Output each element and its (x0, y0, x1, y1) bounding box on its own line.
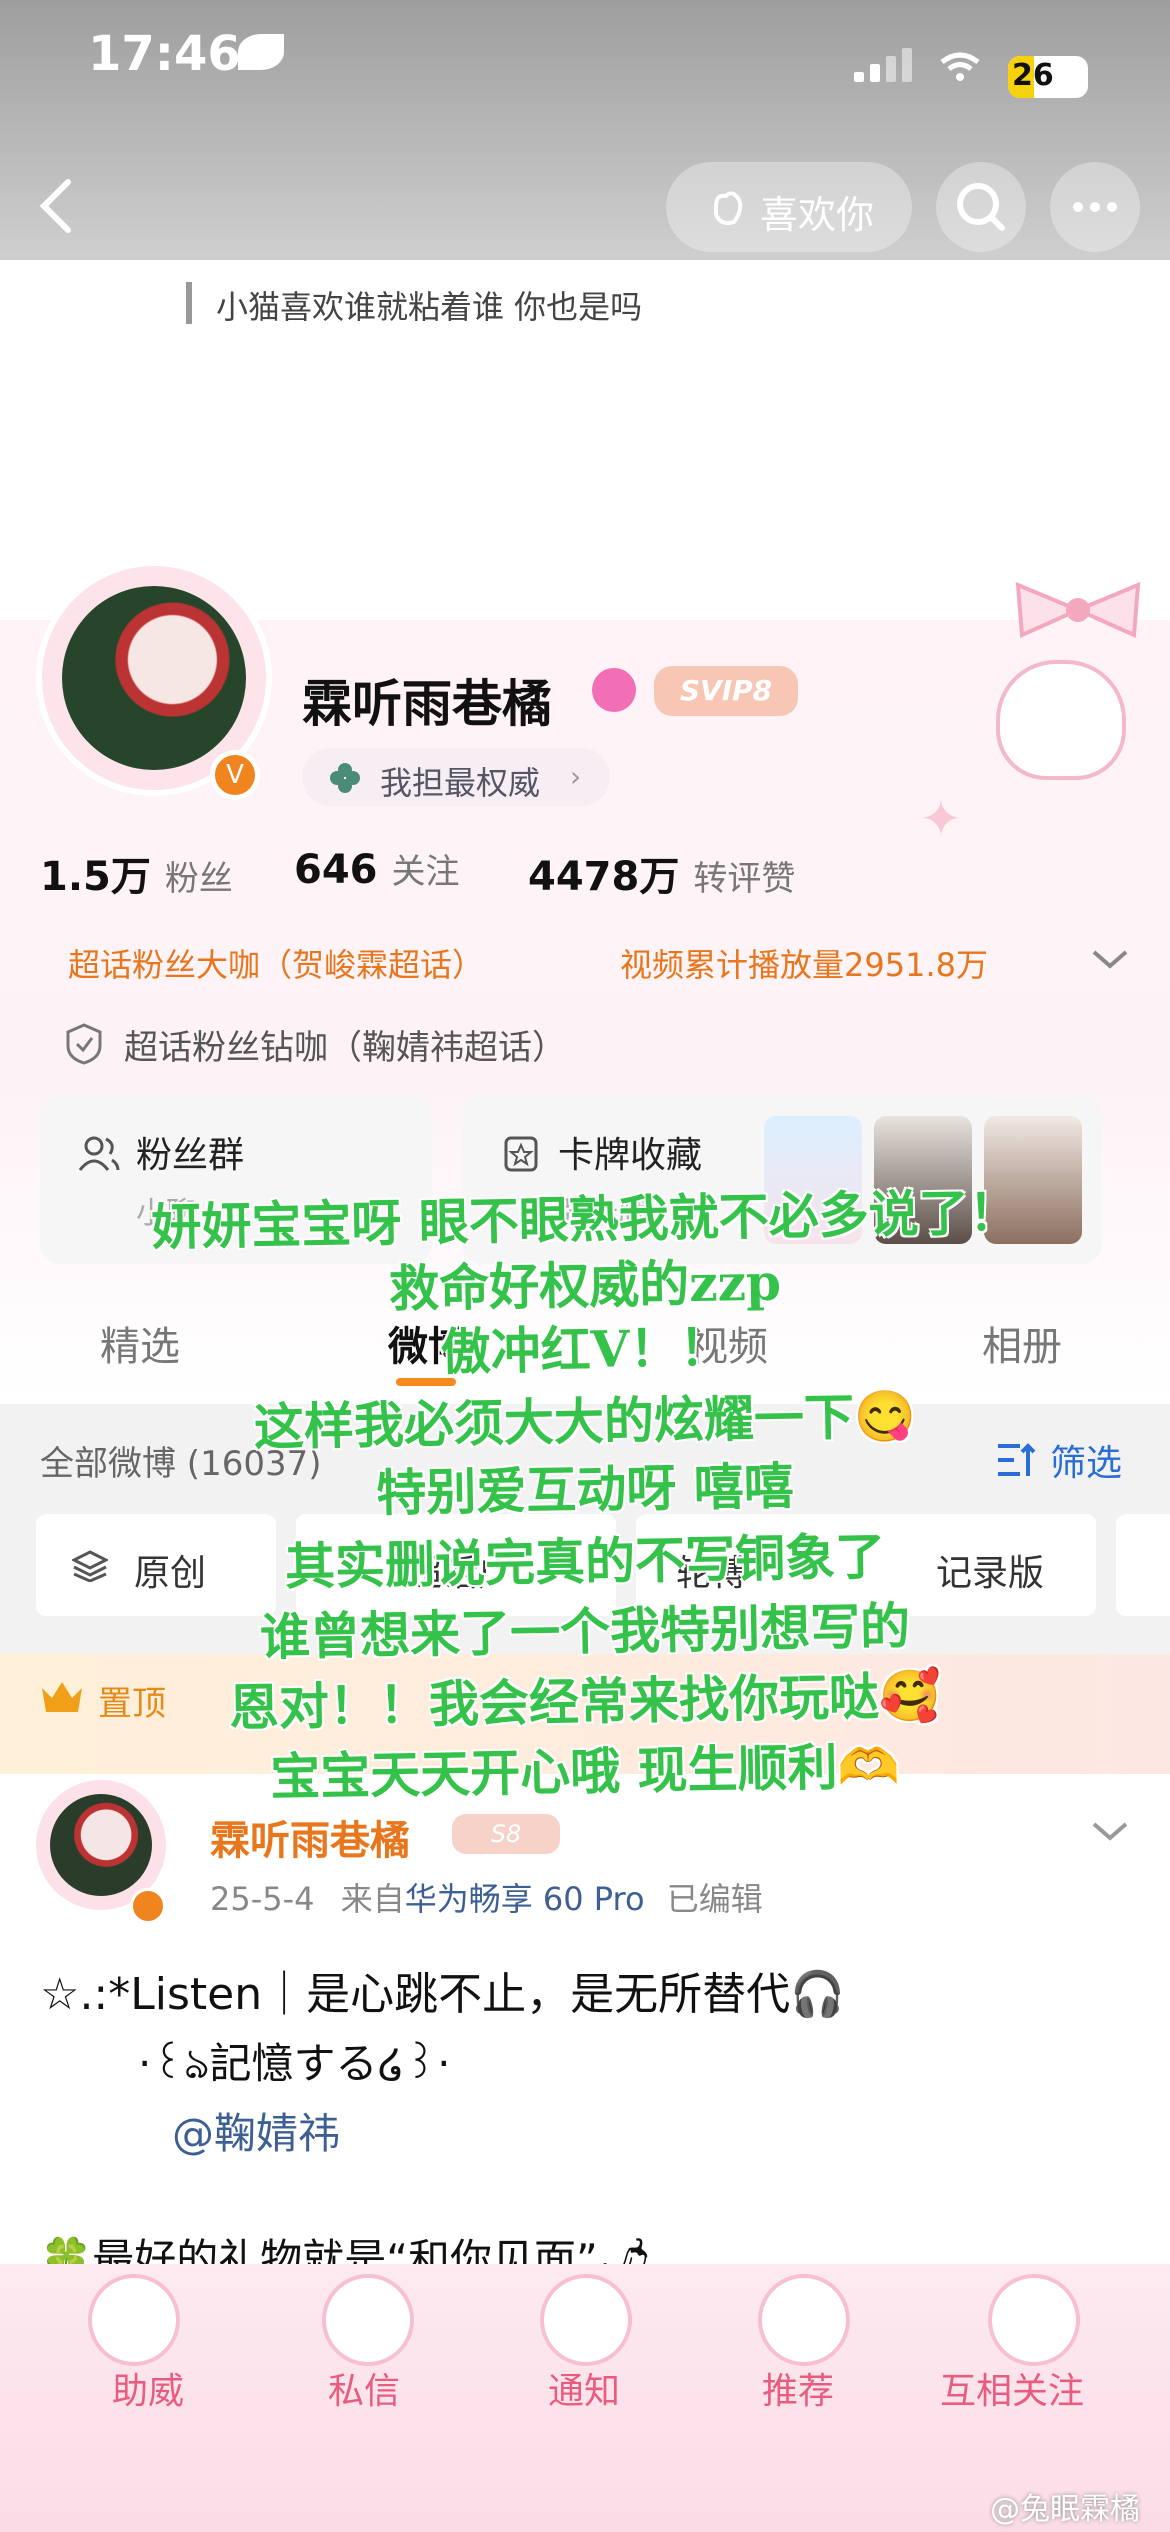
bunny-decoration-icon (996, 660, 1126, 780)
hand-heart-icon (714, 191, 743, 225)
status-time: 17:46 (88, 26, 241, 82)
post-text-line: ☆.:*Listen｜是心跳不止，是无所替代🎧 (40, 1969, 845, 2020)
battery-indicator: 26 (1008, 56, 1088, 98)
clover-icon (330, 763, 360, 793)
like-you-label: 喜欢你 (760, 193, 875, 237)
bottom-tab-label: 通知 (548, 2371, 621, 2412)
like-you-button[interactable]: 喜欢你 (666, 162, 912, 252)
fan-tag-label: 我担最权威 (380, 764, 541, 802)
honor-tag-second[interactable]: 超话粉丝钻咖（鞠婧祎超话） (124, 1020, 566, 1069)
verified-badge: V (210, 750, 260, 800)
verified-badge-small (130, 1888, 166, 1924)
honor-tag-left[interactable]: 超话粉丝大咖（贺峻霖超话） (68, 940, 484, 986)
member-badge-icon (592, 668, 636, 712)
bottom-tab-label: 互相关注 (940, 2371, 1085, 2412)
cherry-icon (322, 2274, 414, 2366)
svip-badge[interactable]: SVIP8 (654, 666, 798, 716)
handwritten-overlay: 妍妍宝宝呀 眼不眼熟我就不必多说了！ 救命好权威的zzp 傲冲红V！！ 这样我必… (0, 1160, 1170, 1820)
cellular-signal-icon (854, 48, 914, 82)
leaf-icon (238, 34, 284, 70)
more-dots-icon (1073, 202, 1117, 212)
search-button[interactable] (936, 162, 1026, 252)
honor-tag-right[interactable]: 视频累计播放量2951.8万 (620, 940, 988, 986)
stat-followers[interactable]: 1.5万 粉丝 (40, 844, 233, 902)
post-edited: 已编辑 (666, 1880, 763, 1918)
back-button[interactable] (30, 176, 90, 236)
search-icon (957, 183, 1005, 231)
status-bar: 17:46 26 (0, 0, 1170, 110)
post-date: 25-5-4 (210, 1880, 315, 1918)
cupcake-icon (540, 2274, 632, 2366)
profile-nickname: 霖听雨巷橘 (302, 675, 552, 733)
chevron-right-icon: › (570, 760, 582, 793)
profile-bio: 小猫喜欢谁就粘着谁 你也是吗 (186, 282, 642, 326)
stat-interactions[interactable]: 4478万 转评赞 (528, 844, 795, 902)
shield-icon (66, 1023, 102, 1065)
battery-level: 26 (1012, 58, 1054, 93)
more-button[interactable] (1050, 162, 1140, 252)
watermark: @兔眠霖橘 (990, 2492, 1140, 2527)
bunny-icon (988, 2274, 1080, 2366)
post-mention-link[interactable]: @鞠婧祎 (172, 2100, 340, 2161)
post-source-prefix: 来自 (340, 1880, 405, 1918)
bottom-tab-label: 推荐 (762, 2371, 835, 2412)
post-meta: 25-5-4 来自华为畅享 60 Pro 已编辑 (210, 1874, 763, 1920)
post-device[interactable]: 华为畅享 60 Pro (405, 1880, 645, 1918)
wifi-icon (940, 52, 980, 81)
post-text-line: ·꒰ঌ記憶する໒꒱· (138, 2039, 451, 2088)
post-author-badge: S8 (452, 1814, 560, 1854)
ice-cream-icon (758, 2274, 850, 2366)
star-decoration-icon: ✦ (920, 790, 962, 848)
bottom-tab-label: 私信 (328, 2371, 401, 2412)
stat-following[interactable]: 646 关注 (294, 844, 460, 893)
bow-decoration-icon (1015, 581, 1141, 638)
chevron-down-icon[interactable] (1088, 944, 1132, 974)
post-options-chevron-icon[interactable] (1088, 1816, 1132, 1846)
avatar-photo (62, 586, 246, 770)
bottom-tab-label: 助威 (112, 2371, 185, 2412)
fan-tag-chip[interactable]: 我担最权威 › (302, 748, 610, 806)
cat-icon (88, 2274, 180, 2366)
